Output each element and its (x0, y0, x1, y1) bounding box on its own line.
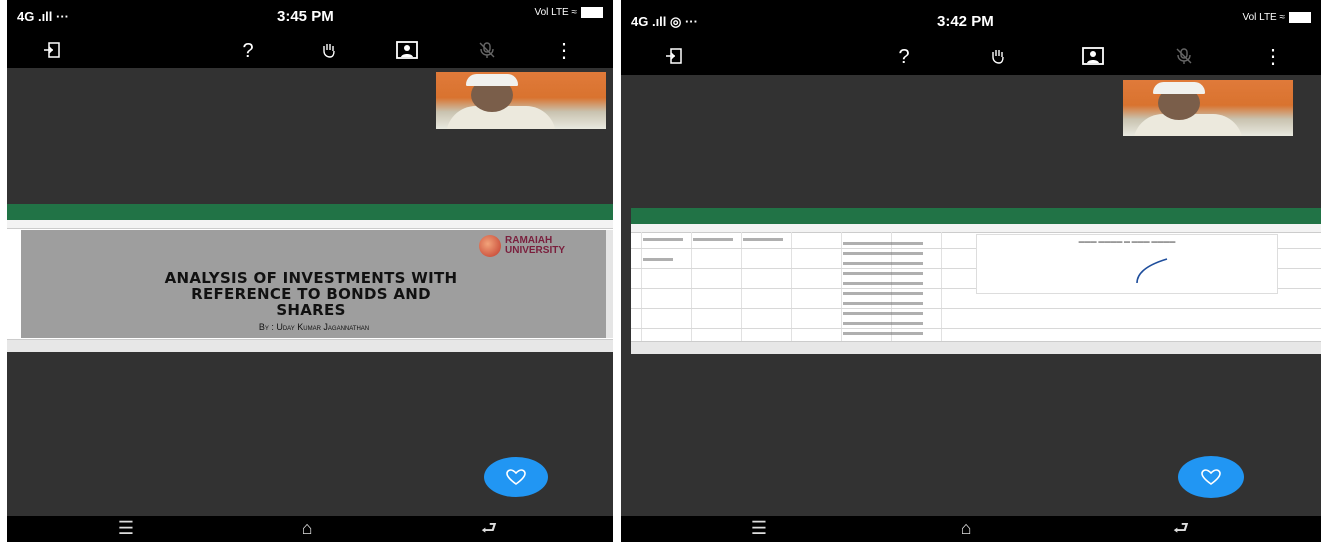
participant-cap (466, 74, 518, 86)
slide-title-line1: ANALYSIS OF INVESTMENTS WITH (164, 269, 458, 287)
network-indicator: 4G .ıll ··· (17, 9, 69, 24)
reaction-button[interactable] (484, 457, 548, 497)
raise-hand-icon[interactable] (983, 46, 1013, 71)
video-person-icon[interactable] (392, 40, 422, 65)
heart-icon (506, 469, 526, 485)
system-nav-bar: ☰ ⌂ ⮐ (621, 516, 1321, 542)
exit-icon[interactable] (37, 40, 67, 65)
cell-text (843, 272, 923, 275)
cell-text (843, 312, 923, 315)
battery-icon (581, 7, 603, 18)
participant-video[interactable] (436, 72, 606, 129)
cell-text (843, 262, 923, 265)
lte-indicator: Vol LTE ≈ (534, 7, 577, 19)
lte-indicator: Vol LTE ≈ (1242, 12, 1285, 24)
presentation-slide: RAMAIAH UNIVERSITY ANALYSIS OF INVESTMEN… (21, 230, 607, 338)
app-title-bar (631, 208, 1321, 218)
sheet-tabs-bar[interactable] (631, 341, 1321, 354)
ribbon (7, 220, 613, 229)
question-icon[interactable]: ? (233, 40, 263, 62)
raise-hand-icon[interactable] (314, 40, 344, 65)
slide-byline: By : Uday Kumar Jagannathan (258, 322, 370, 332)
left-phone-screen: 4G .ıll ··· 3:45 PM Vol LTE ≈ ? ⋮ RAMAIA… (7, 0, 613, 542)
clock: 3:42 PM (937, 13, 994, 30)
slide-title-line2: REFERENCE TO BONDS AND (191, 285, 431, 303)
more-vertical-icon[interactable]: ⋮ (549, 40, 579, 62)
meeting-toolbar: ? ⋮ (621, 40, 1321, 75)
battery-icon (1289, 12, 1311, 23)
app-title-bar (7, 204, 613, 214)
status-icons: Vol LTE ≈ (1242, 12, 1311, 23)
cell-text (843, 252, 923, 255)
mic-off-icon[interactable] (1169, 46, 1199, 71)
logo-mark-icon (479, 235, 501, 257)
status-icons: Vol LTE ≈ (534, 7, 603, 18)
participant-cap (1153, 82, 1205, 94)
back-icon[interactable]: ⮐ (1161, 518, 1201, 538)
gridline (631, 328, 1321, 329)
heart-icon (1201, 469, 1221, 485)
chart-curve (1136, 258, 1168, 284)
vertical-scrollbar[interactable] (606, 230, 613, 338)
cell-text (843, 322, 923, 325)
exit-icon[interactable] (659, 46, 689, 71)
mic-off-icon[interactable] (472, 40, 502, 65)
home-icon[interactable]: ⌂ (946, 518, 986, 538)
cell-text (643, 258, 673, 261)
gridline (631, 308, 1321, 309)
cell-text (743, 238, 783, 241)
logo-line2: UNIVERSITY (505, 245, 566, 256)
cell-text (843, 332, 923, 335)
shared-screen: RAMAIAH UNIVERSITY ANALYSIS OF INVESTMEN… (7, 204, 613, 352)
home-icon[interactable]: ⌂ (287, 518, 327, 538)
status-bar: 4G .ıll ◎ ··· 3:42 PM Vol LTE ≈ (621, 0, 1321, 40)
participant-video[interactable] (1123, 80, 1293, 136)
more-vertical-icon[interactable]: ⋮ (1258, 46, 1288, 68)
system-nav-bar: ☰ ⌂ ⮐ (7, 516, 613, 542)
logo-text: RAMAIAH UNIVERSITY (505, 236, 565, 256)
menu-icon[interactable]: ☰ (739, 518, 779, 538)
sheet-tabs-bar[interactable] (7, 339, 613, 352)
cell-text (643, 238, 683, 241)
shared-screen: ▬▬▬ ▬▬▬▬ ▬ ▬▬▬ ▬▬▬▬ (631, 208, 1321, 354)
network-indicator: 4G .ıll ◎ ··· (631, 14, 698, 29)
cell-text (843, 302, 923, 305)
university-logo: RAMAIAH UNIVERSITY (479, 235, 607, 261)
reaction-button[interactable] (1178, 456, 1244, 498)
ribbon (631, 224, 1321, 233)
status-bar: 4G .ıll ··· 3:45 PM Vol LTE ≈ (7, 0, 613, 34)
slide-title: ANALYSIS OF INVESTMENTS WITH REFERENCE T… (81, 270, 541, 318)
meeting-toolbar: ? ⋮ (7, 34, 613, 68)
menu-icon[interactable]: ☰ (106, 518, 146, 538)
video-person-icon[interactable] (1078, 46, 1108, 71)
cell-text (843, 242, 923, 245)
slide-title-line3: SHARES (276, 301, 346, 319)
right-phone-screen: 4G .ıll ◎ ··· 3:42 PM Vol LTE ≈ ? ⋮ ▬▬▬ … (621, 0, 1321, 542)
cell-text (693, 238, 733, 241)
cell-text (843, 282, 923, 285)
embedded-chart[interactable]: ▬▬▬ ▬▬▬▬ ▬ ▬▬▬ ▬▬▬▬ (976, 234, 1278, 294)
back-icon[interactable]: ⮐ (469, 518, 509, 538)
question-icon[interactable]: ? (889, 46, 919, 68)
cell-text (843, 292, 923, 295)
clock: 3:45 PM (277, 8, 334, 25)
